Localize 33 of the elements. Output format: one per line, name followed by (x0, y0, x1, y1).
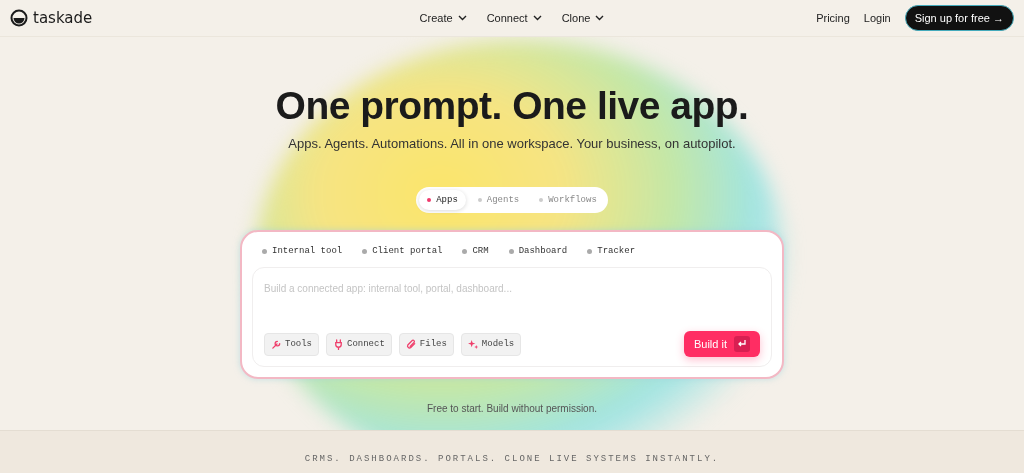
nav-link[interactable]: Login (863, 12, 891, 24)
suggestion-chip[interactable]: CRM (462, 246, 489, 256)
paperclip-icon (405, 338, 417, 350)
nav-link[interactable]: Pricing (816, 12, 850, 24)
brand-name[interactable]: taskade (33, 9, 93, 27)
mode-tab[interactable]: Apps (419, 190, 466, 210)
sparkle-icon (467, 338, 479, 350)
hero-subtitle: Apps. Agents. Automations. All in one workspace. Your business, on autopilot. (288, 136, 736, 151)
suggestion-chip[interactable]: Client portal (362, 246, 443, 256)
suggestion-chip[interactable]: Tracker (587, 246, 636, 256)
tool-button[interactable]: Models (460, 332, 522, 356)
tool-button[interactable]: Tools (264, 332, 319, 356)
nav-menu[interactable]: Create (419, 12, 467, 24)
signup-button[interactable]: Sign up for free → (904, 5, 1014, 31)
mode-tab[interactable]: Workflows (531, 190, 605, 210)
nav-menu[interactable]: Connect (486, 12, 542, 24)
tool-button[interactable]: Files (398, 332, 454, 356)
footnote: Free to start. Build without permission. (426, 403, 598, 414)
logo-icon (10, 9, 28, 27)
build-button[interactable]: Build it (683, 331, 760, 357)
suggestion-chip[interactable]: Dashboard (508, 246, 568, 256)
chevron-icon (457, 15, 467, 21)
nav-menu[interactable]: Clone (561, 12, 605, 24)
chevron-icon (532, 15, 542, 21)
wrench-icon (271, 338, 282, 350)
plug-icon (333, 338, 344, 350)
banner-text: CRMS. DASHBOARDS. PORTALS. CLONE LIVE SYSTEMS INSTANTLY. (304, 454, 720, 464)
suggestion-chip[interactable]: Internal tool (262, 246, 343, 256)
hero-title: One prompt. One live app. (275, 84, 749, 128)
enter-key-icon (734, 336, 750, 352)
chevron-icon (595, 15, 605, 21)
tool-button[interactable]: Connect (326, 332, 392, 356)
mode-tab[interactable]: Agents (469, 190, 528, 210)
